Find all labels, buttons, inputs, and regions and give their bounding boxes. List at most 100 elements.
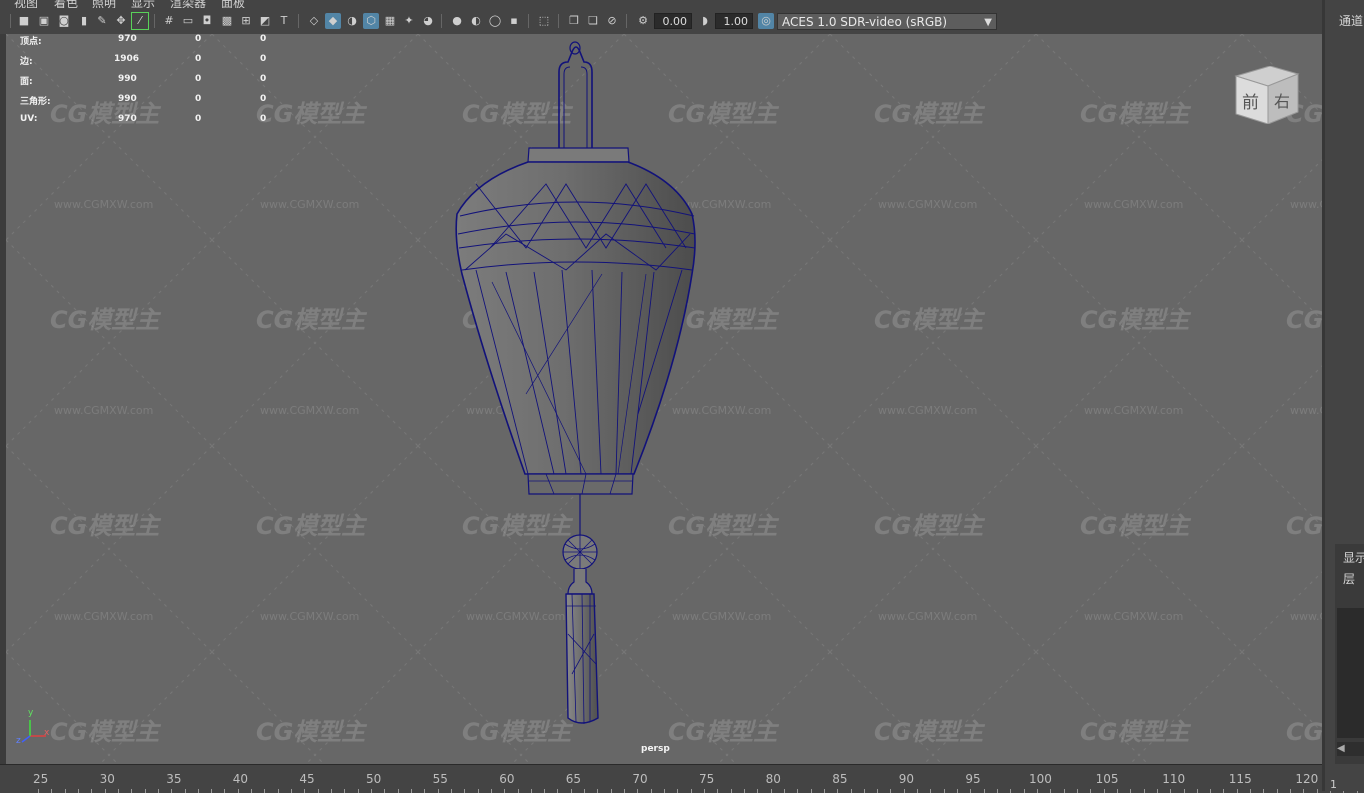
grease-pencil-icon[interactable]: ✎ <box>94 13 110 29</box>
gamma-icon[interactable]: ◗ <box>697 13 713 29</box>
axis-z-label: z <box>16 736 21 746</box>
default-material-icon[interactable]: ◑ <box>344 13 360 29</box>
timeline-tick <box>490 789 492 793</box>
exposure-field[interactable]: 0.00 <box>654 13 692 29</box>
axis-gizmo: x y z <box>16 708 52 750</box>
film-gate-icon[interactable]: ▭ <box>180 13 196 29</box>
toolbar-separator <box>10 14 11 28</box>
menu-panels[interactable]: 面板 <box>221 0 245 8</box>
timeline-tick <box>1037 789 1038 793</box>
wireframe-icon[interactable]: ◇ <box>306 13 322 29</box>
timeline-tick <box>610 789 612 793</box>
timeline-tick <box>1250 789 1252 793</box>
timeline-tick <box>970 789 972 793</box>
exposure-icon[interactable]: ⚙ <box>635 13 651 29</box>
menu-shading[interactable]: 着色 <box>54 0 78 8</box>
shadows-icon[interactable]: ◕ <box>420 13 436 29</box>
time-slider[interactable]: 25 30 35 40 45 50 55 60 65 70 75 80 85 90 95 100 105 110 1… <box>0 764 1358 793</box>
select-camera-icon[interactable]: ■ <box>16 13 32 29</box>
timeline-tick <box>477 789 479 793</box>
toolbar-separator <box>528 14 529 28</box>
gamma-field[interactable]: 1.00 <box>715 13 753 29</box>
timeline-tick <box>184 789 186 793</box>
xray-active-components-icon[interactable]: ❏ <box>585 13 601 29</box>
bookmark-icon[interactable]: ▮ <box>76 13 92 29</box>
grid-icon[interactable]: # <box>161 13 177 29</box>
menu-renderer[interactable]: 渲染器 <box>170 0 206 8</box>
color-management-value: ACES 1.0 SDR-video (sRGB) <box>782 15 948 29</box>
timeline-tick <box>1090 789 1092 793</box>
timeline-tick <box>1023 789 1025 793</box>
tab-display[interactable]: 显示 <box>1343 549 1364 566</box>
smooth-shade-icon[interactable]: ◆ <box>325 13 341 29</box>
field-chart-icon[interactable]: ⊞ <box>238 13 254 29</box>
textured-icon[interactable]: ▦ <box>382 13 398 29</box>
view-cube-right[interactable]: 右 <box>1274 88 1290 112</box>
timeline-tick <box>637 789 639 793</box>
timeline-tick <box>517 789 519 793</box>
timeline-tick <box>690 789 692 793</box>
channel-box-panel: 通道 显示 层 ◀ 1 <box>1322 0 1364 791</box>
timeline-tick <box>1103 789 1105 793</box>
timeline-tick <box>770 789 772 793</box>
timeline-tick <box>317 789 319 793</box>
wireframe-on-shaded-icon[interactable]: ⬡ <box>363 13 379 29</box>
isolate-select-icon[interactable]: ⬚ <box>536 13 552 29</box>
channels-title[interactable]: 通道 <box>1339 12 1363 29</box>
toolbar-separator <box>626 14 627 28</box>
menu-lighting[interactable]: 照明 <box>92 0 116 8</box>
anti-aliasing-icon[interactable]: ◯ <box>487 13 503 29</box>
xray-joints-icon[interactable]: ⊘ <box>604 13 620 29</box>
timeline-tick <box>397 789 399 793</box>
safe-title-icon[interactable]: T <box>276 13 292 29</box>
safe-action-icon[interactable]: ◩ <box>257 13 273 29</box>
screen-space-ao-icon[interactable]: ● <box>449 13 465 29</box>
camera-attributes-icon[interactable]: ▣ <box>36 13 52 29</box>
timeline-tick <box>424 789 426 793</box>
timeline-tick <box>943 789 945 793</box>
layer-scrollbar[interactable]: ◀ <box>1337 742 1364 756</box>
motion-blur-icon[interactable]: ◐ <box>468 13 484 29</box>
timeline-tick-label: 30 <box>99 772 115 786</box>
timeline-tick <box>77 789 79 793</box>
timeline-tick <box>783 789 785 793</box>
range-start-field[interactable]: 1 <box>1330 778 1337 791</box>
xray-icon[interactable]: ❐ <box>566 13 582 29</box>
timeline-tick <box>797 789 799 793</box>
tab-layer[interactable]: 层 <box>1343 570 1355 587</box>
timeline-tick <box>624 789 626 793</box>
use-all-lights-icon[interactable]: ✦ <box>401 13 417 29</box>
timeline-tick <box>237 789 239 793</box>
resolution-gate-icon[interactable]: ◘ <box>199 13 215 29</box>
menu-view[interactable]: 视图 <box>14 0 38 8</box>
timeline-tick <box>704 789 705 793</box>
gate-mask-icon[interactable]: ▩ <box>219 13 235 29</box>
timeline-tick <box>570 789 572 793</box>
timeline-tick-label: 105 <box>1095 772 1119 786</box>
menu-show[interactable]: 显示 <box>131 0 155 8</box>
view-cube[interactable]: 前 右 <box>1232 65 1300 125</box>
layer-list[interactable] <box>1337 608 1364 738</box>
timeline-tick <box>251 789 253 793</box>
uv-icon[interactable]: ✥ <box>113 13 129 29</box>
bookmark-camera-icon[interactable]: ◙ <box>56 13 72 29</box>
two-d-pan-zoom-icon[interactable]: ⁄ <box>131 12 149 30</box>
lantern-model[interactable] <box>6 34 1322 764</box>
toolbar-separator <box>441 14 442 28</box>
timeline-tick <box>544 789 546 793</box>
timeline-tick <box>1196 789 1198 793</box>
view-transform-icon[interactable]: ◎ <box>758 13 774 29</box>
view-cube-front[interactable]: 前 <box>1242 88 1259 113</box>
depth-of-field-icon[interactable]: ▪ <box>506 13 522 29</box>
timeline-tick <box>903 789 905 793</box>
panel-toolbar: ■ ▣ ◙ ▮ ✎ ✥ ⁄ # ▭ ◘ ▩ ⊞ ◩ T ◇ ◆ ◑ ⬡ ▦ ✦ … <box>0 8 1322 35</box>
timeline-tick-label: 90 <box>898 772 915 786</box>
color-management-select[interactable]: ACES 1.0 SDR-video (sRGB) ▼ <box>777 13 997 30</box>
timeline-tick <box>1303 789 1305 793</box>
scroll-left-icon[interactable]: ◀ <box>1337 743 1345 754</box>
timeline-tick <box>1236 789 1238 793</box>
timeline-tick <box>157 789 159 793</box>
timeline-tick <box>64 789 66 793</box>
timeline-tick-label: 50 <box>366 772 382 786</box>
viewport-persp[interactable]: CG模型主CG模型主CG模型主CG模型主CG模型主CG模型主CG模型主CG模型主… <box>6 34 1322 764</box>
